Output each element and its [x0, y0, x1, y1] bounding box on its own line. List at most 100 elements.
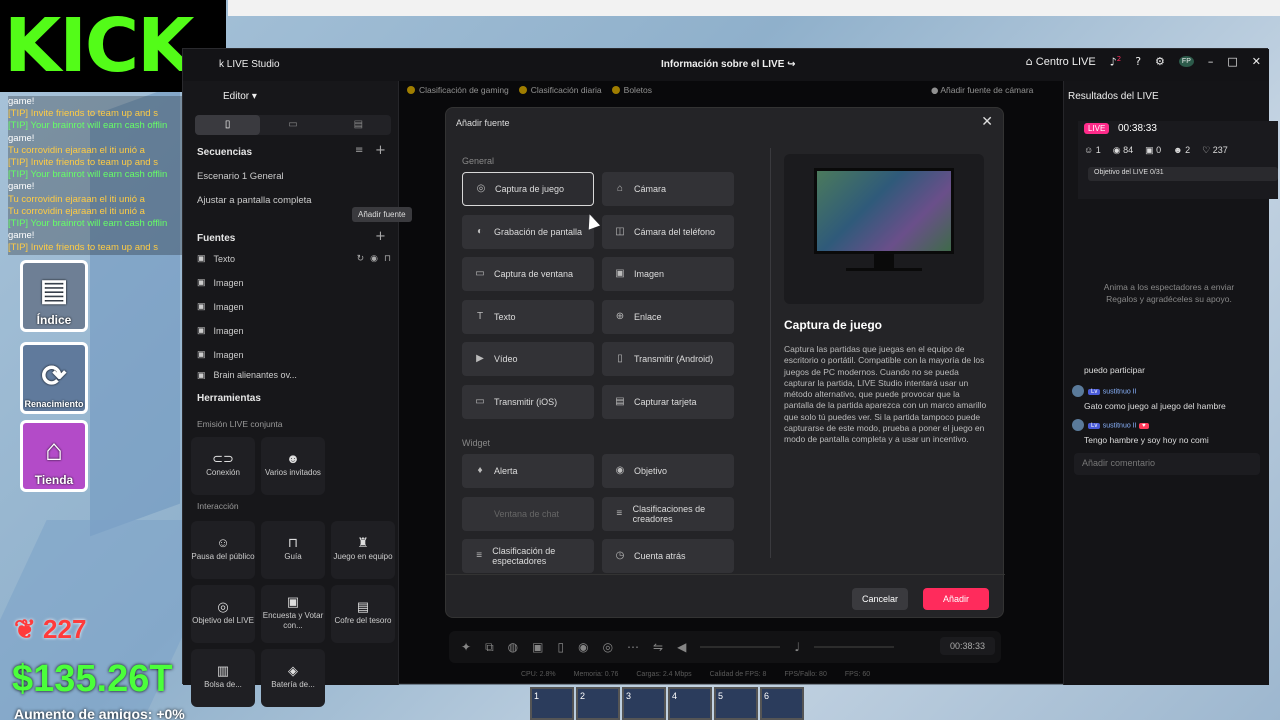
- option-label: Captura de juego: [495, 184, 565, 194]
- source-row[interactable]: ▣ Imagen: [197, 277, 391, 288]
- chat-line: [TIP] Your brainrot will earn cash offli…: [8, 218, 168, 230]
- hotbar-slot[interactable]: 4: [668, 687, 712, 720]
- option-label: Grabación de pantalla: [494, 226, 583, 237]
- source-option[interactable]: ◐ Grabación de pantalla: [462, 214, 594, 249]
- level-badge: Lv: [1088, 423, 1101, 430]
- tool-multi-guest[interactable]: ☻ Varios invitados: [261, 437, 325, 495]
- source-option[interactable]: ≡ Clasificaciones de creadores: [602, 496, 734, 531]
- source-option[interactable]: ◎ Captura de juego: [462, 172, 594, 206]
- gifts-stat: ▣ 0: [1145, 145, 1162, 155]
- scenes-heading: Secuencias: [197, 147, 253, 158]
- source-option[interactable]: ▭ Captura de ventana: [462, 257, 594, 291]
- source-option[interactable]: ▯ Transmitir (Android): [602, 342, 734, 376]
- landscape-view-icon[interactable]: ▭: [260, 115, 325, 135]
- comment-input[interactable]: Añadir comentario: [1074, 453, 1260, 475]
- source-option[interactable]: ◷ Cuenta atrás: [602, 539, 734, 573]
- add-source-icon[interactable]: +: [375, 229, 386, 244]
- tool-guide[interactable]: ⊓ Guía: [261, 521, 325, 579]
- source-option[interactable]: ◫ Cámara del teléfono: [602, 214, 734, 249]
- rebirth-button[interactable]: ⟳ Renacimiento: [20, 342, 88, 414]
- help-icon[interactable]: ?: [1135, 55, 1141, 68]
- hotbar-slot[interactable]: 1: [530, 687, 574, 720]
- source-label: Imagen: [213, 277, 244, 288]
- link-icon: ⊂⊃: [212, 451, 234, 466]
- source-option[interactable]: ⊕ Enlace: [602, 299, 734, 334]
- tool-battery[interactable]: ◈ Batería de...: [261, 649, 325, 707]
- source-option[interactable]: T Texto: [462, 299, 594, 334]
- views-stat: ◉ 84: [1112, 145, 1134, 155]
- close-icon[interactable]: ✕: [1252, 55, 1261, 68]
- tool-bag[interactable]: ▥ Bolsa de...: [191, 649, 255, 707]
- source-row[interactable]: ▣ Imagen: [197, 349, 391, 360]
- eye-icon[interactable]: ◉: [370, 253, 378, 264]
- friends-boost: Aumento de amigos: +0%: [14, 706, 185, 720]
- live-stats: ☺ 1 ◉ 84 ▣ 0 ☻ 2 ♡ 237: [1084, 145, 1228, 156]
- cancel-button[interactable]: Cancelar: [852, 588, 908, 610]
- source-row[interactable]: ▣ Brain alienantes ov...: [197, 371, 391, 379]
- hotbar-slot[interactable]: 3: [622, 687, 666, 720]
- source-option[interactable]: ▣ Imagen: [602, 257, 734, 291]
- shop-button[interactable]: ⌂ Tienda: [20, 420, 88, 492]
- editor-dropdown[interactable]: Editor ▾: [223, 91, 257, 102]
- live-info-title[interactable]: Información sobre el LIVE ↪: [661, 59, 796, 70]
- bell-icon[interactable]: ♪2: [1110, 55, 1122, 69]
- option-icon: ▭: [475, 268, 485, 279]
- source-label: Imagen: [213, 325, 244, 336]
- source-option[interactable]: ▶ Vídeo: [462, 342, 594, 376]
- tool-treasure-chest[interactable]: ▤ Cofre del tesoro: [331, 585, 395, 643]
- portrait-view-icon[interactable]: ▯: [195, 115, 261, 135]
- source-option[interactable]: ◉ Objetivo: [602, 454, 734, 488]
- team-icon: ♜: [357, 535, 369, 550]
- option-icon: ◎: [476, 183, 486, 194]
- tool-team-game[interactable]: ♜ Juego en equipo: [331, 521, 395, 579]
- share-icon: ↪: [787, 59, 796, 70]
- scene-item[interactable]: Ajustar a pantalla completa: [197, 195, 312, 206]
- preview-panel: [784, 154, 984, 304]
- add-button[interactable]: Añadir: [923, 588, 989, 610]
- avatar[interactable]: FP: [1178, 56, 1194, 68]
- index-button[interactable]: ▤ Índice: [20, 260, 88, 332]
- source-option[interactable]: ♦ Alerta: [462, 454, 594, 488]
- live-goal-bar: Objetivo del LIVE 0/31: [1088, 167, 1278, 181]
- avatar: [1072, 385, 1084, 397]
- close-icon[interactable]: ✕: [981, 114, 993, 130]
- add-scene-icon[interactable]: +: [375, 143, 386, 158]
- source-option[interactable]: ≡ Clasificación de espectadores: [462, 539, 594, 573]
- option-label: Transmitir (Android): [634, 354, 714, 364]
- home-icon: ⌂: [1025, 55, 1033, 69]
- maximize-icon[interactable]: □: [1227, 55, 1237, 68]
- menu-icon[interactable]: ≡: [355, 145, 363, 156]
- stat-value: 84: [1123, 145, 1134, 155]
- source-row[interactable]: ▣ Imagen: [197, 301, 391, 312]
- tool-connection[interactable]: ⊂⊃ Conexión: [191, 437, 255, 495]
- tool-audience-pause[interactable]: ☺ Pausa del público: [191, 521, 255, 579]
- live-stats-box: LIVE 00:38:33 ☺ 1 ◉ 84 ▣ 0 ☻ 2 ♡ 237 Obj…: [1078, 121, 1278, 199]
- option-label: Alerta: [494, 466, 518, 476]
- monitor-stand: [874, 254, 894, 268]
- lock-icon[interactable]: ⊓: [384, 253, 391, 264]
- option-icon: ⌂: [616, 183, 624, 194]
- app-title: k LIVE Studio: [219, 59, 280, 70]
- live-center-button[interactable]: ⌂ Centro LIVE: [1026, 55, 1096, 68]
- settings-icon[interactable]: ⚙: [1155, 55, 1165, 68]
- source-option[interactable]: ⌂ Cámara: [602, 172, 734, 206]
- poll-icon: ▣: [286, 594, 300, 609]
- hotbar-slot[interactable]: 5: [714, 687, 758, 720]
- scene-item[interactable]: Escenario 1 General: [197, 171, 284, 182]
- tool-live-goal[interactable]: ◎ Objetivo del LIVE: [191, 585, 255, 643]
- hotbar-slot[interactable]: 2: [576, 687, 620, 720]
- hotbar-slot[interactable]: 6: [760, 687, 804, 720]
- hotbar: 1 2 3 4 5 6: [530, 687, 804, 720]
- section-general: General: [462, 156, 495, 166]
- grid-view-icon[interactable]: ▤: [326, 115, 391, 135]
- source-option[interactable]: ▤ Capturar tarjeta: [602, 384, 734, 419]
- source-option[interactable]: ▭ Transmitir (iOS): [462, 384, 594, 419]
- refresh-icon[interactable]: ↻: [357, 253, 365, 264]
- rebirth-label: Renacimiento: [24, 399, 84, 409]
- source-row[interactable]: ▣ Imagen: [197, 325, 391, 336]
- stat-value: 2: [1185, 145, 1191, 155]
- divider: [770, 148, 771, 558]
- source-row[interactable]: ▣ Texto ↻ ◉ ⊓: [197, 253, 391, 264]
- tool-poll[interactable]: ▣ Encuesta y Votar con...: [261, 585, 325, 643]
- minimize-icon[interactable]: –: [1208, 55, 1214, 68]
